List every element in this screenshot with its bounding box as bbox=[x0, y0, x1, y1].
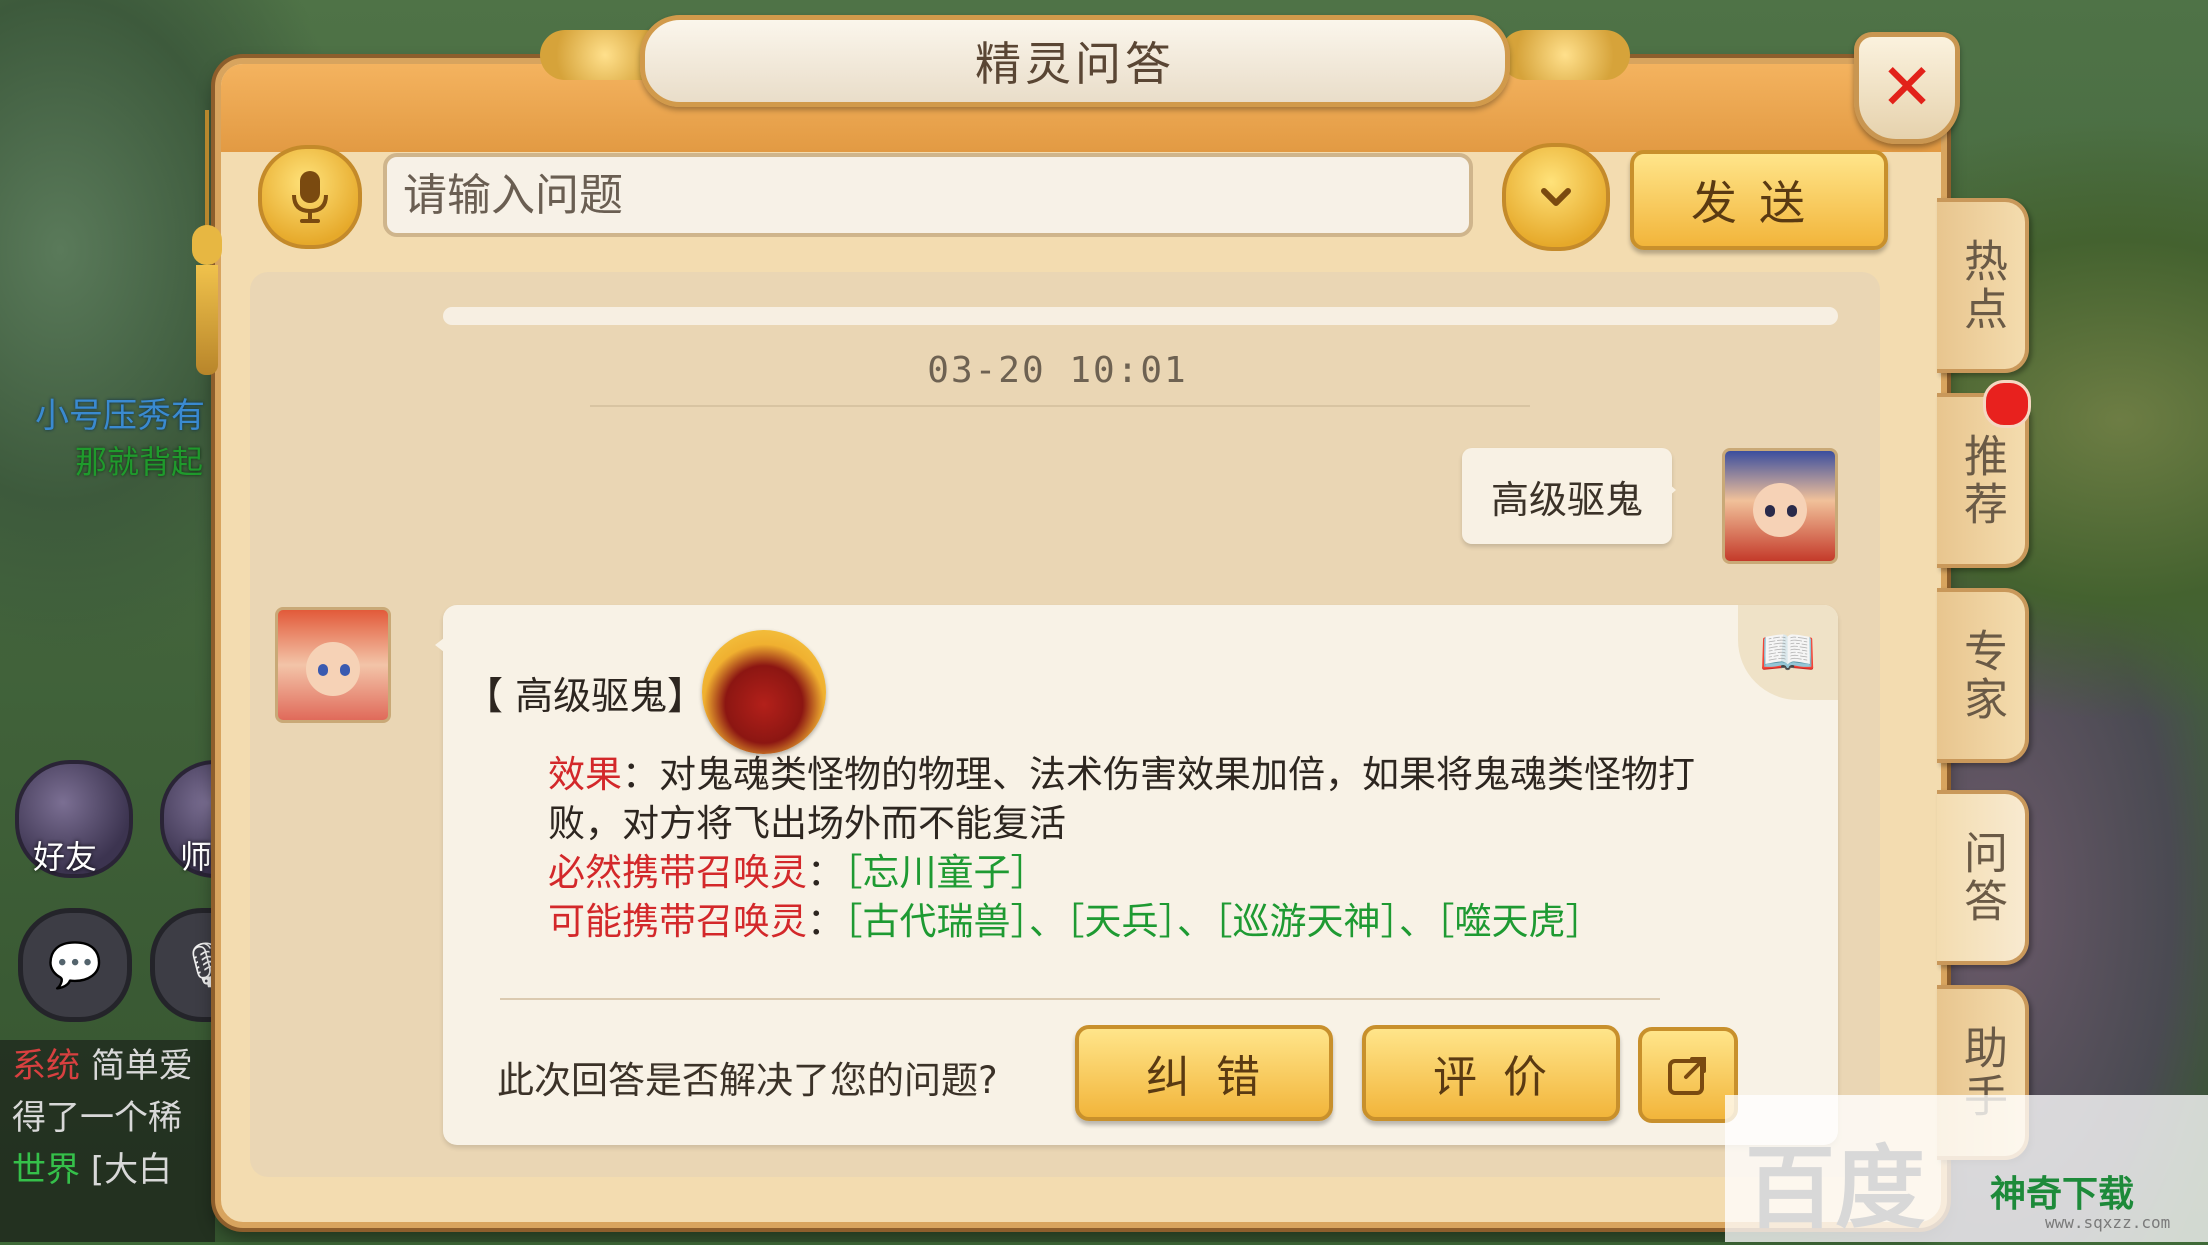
may-carry-label: 可能携带召唤灵 bbox=[548, 900, 807, 943]
close-icon: ✕ bbox=[1880, 51, 1934, 125]
card-divider bbox=[500, 998, 1660, 1000]
history-dropdown-button[interactable] bbox=[1502, 143, 1610, 251]
tab-recommend-label: 推荐 bbox=[1956, 432, 2007, 529]
tab-hot-label: 热点 bbox=[1956, 237, 2007, 334]
share-icon bbox=[1668, 1057, 1706, 1095]
chat-icon: 💬 bbox=[47, 940, 103, 991]
skill-name: 【 高级驱鬼】 bbox=[465, 674, 706, 718]
notification-dot bbox=[1983, 380, 2031, 428]
player-title: 那就背起 bbox=[75, 443, 204, 481]
dialog-title: 精灵问答 bbox=[975, 37, 1175, 91]
tab-expert-label: 专家 bbox=[1956, 627, 2007, 724]
chat-log-line: 系统 简单爱 bbox=[12, 1046, 193, 1086]
voice-input-button[interactable] bbox=[258, 145, 362, 249]
scroll-ornament-right bbox=[1500, 30, 1630, 80]
close-button[interactable]: ✕ bbox=[1854, 32, 1960, 144]
effect-text: ：对鬼魂类怪物的物理、法术伤害效果加倍，如果将鬼魂类怪物打败，对方将飞出场外而不… bbox=[548, 753, 1695, 845]
assistant-avatar bbox=[275, 607, 391, 723]
chat-log-line: 得了一个稀 bbox=[12, 1098, 182, 1138]
dialog-title-plate: 精灵问答 bbox=[640, 15, 1510, 107]
may-carry-items[interactable]: ［古代瑞兽］、［天兵］、［巡游天神］、［噬天虎］ bbox=[844, 900, 1603, 943]
master-label: 师 bbox=[180, 838, 213, 876]
chat-timestamp: 03-20 10:01 bbox=[927, 350, 1188, 391]
chat-log: 系统 简单爱 得了一个稀 世界 [大白 bbox=[0, 1040, 215, 1242]
tab-qa-label: 问答 bbox=[1956, 829, 2007, 926]
timestamp-divider bbox=[590, 405, 1530, 407]
effect-label: 效果 bbox=[548, 753, 622, 796]
tab-expert[interactable]: 专家 bbox=[1937, 588, 2029, 763]
rate-label: 评价 bbox=[1433, 1052, 1573, 1103]
answer-description: 效果：对鬼魂类怪物的物理、法术伤害效果加倍，如果将鬼魂类怪物打败，对方将飞出场外… bbox=[548, 753, 1695, 943]
send-button[interactable]: 发送 bbox=[1630, 150, 1888, 250]
user-message-text: 高级驱鬼 bbox=[1490, 477, 1643, 522]
share-button[interactable] bbox=[1638, 1027, 1738, 1123]
tab-qa[interactable]: 问答 bbox=[1937, 790, 2029, 965]
must-carry-label: 必然携带召唤灵 bbox=[548, 851, 807, 894]
must-carry-items[interactable]: ［忘川童子］ bbox=[844, 851, 1048, 894]
chat-log-line: 世界 [大白 bbox=[12, 1150, 173, 1190]
correct-error-label: 纠错 bbox=[1146, 1052, 1286, 1103]
send-button-label: 发送 bbox=[1691, 176, 1827, 230]
site-url: www.sqxzz.com bbox=[2045, 1213, 2171, 1232]
chat-scroll-bar[interactable] bbox=[443, 307, 1838, 325]
player-name: 小号压秀有 bbox=[35, 396, 205, 436]
chat-bubble-button[interactable]: 💬 bbox=[18, 908, 132, 1022]
chevron-down-icon bbox=[1541, 188, 1571, 206]
rate-button[interactable]: 评价 bbox=[1362, 1025, 1620, 1121]
user-message-bubble: 高级驱鬼 bbox=[1462, 448, 1676, 544]
site-logo-text: 神奇下载 bbox=[1990, 1174, 2135, 1215]
watermark: 百度 神奇下载 www.sqxzz.com bbox=[1725, 1095, 2208, 1242]
skill-icon bbox=[702, 630, 826, 754]
tassel-decoration bbox=[190, 110, 224, 375]
microphone-icon bbox=[292, 171, 328, 223]
user-avatar bbox=[1722, 448, 1838, 564]
feedback-question: 此次回答是否解决了您的问题? bbox=[497, 1059, 998, 1102]
question-input[interactable] bbox=[383, 153, 1473, 237]
tab-hot[interactable]: 热点 bbox=[1937, 198, 2029, 373]
baidu-watermark: 百度 bbox=[1745, 1136, 1925, 1241]
correct-error-button[interactable]: 纠错 bbox=[1075, 1025, 1333, 1121]
friends-label: 好友 bbox=[33, 838, 98, 876]
